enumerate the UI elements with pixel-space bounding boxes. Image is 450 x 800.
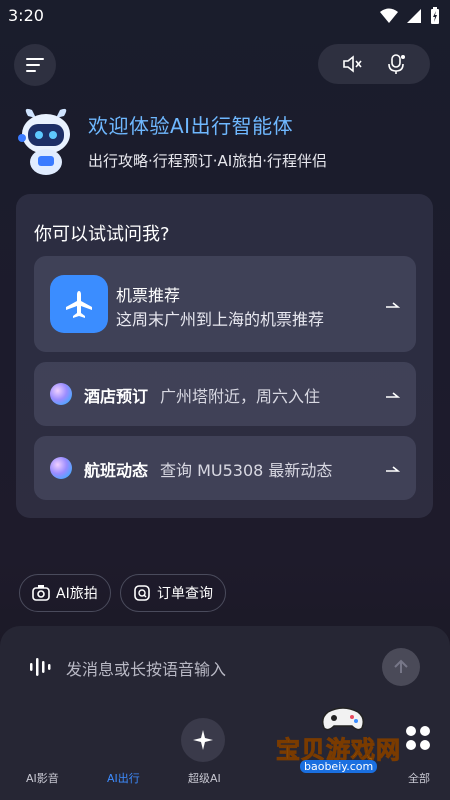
- order-search-icon: [134, 585, 150, 601]
- watermark-logo: 宝贝游戏网 baobeiy.com: [272, 704, 412, 780]
- message-input[interactable]: 发消息或长按语音输入: [66, 656, 226, 680]
- nav-ai-travel[interactable]: AI出行: [107, 770, 140, 786]
- suggestion-title: 航班动态: [84, 461, 149, 480]
- send-arrow-icon: [386, 466, 400, 472]
- gamepad-icon: [321, 707, 365, 731]
- mute-speaker-icon[interactable]: [341, 53, 363, 75]
- status-time: 3:20: [8, 6, 44, 25]
- send-button[interactable]: [382, 648, 420, 686]
- signal-icon: [407, 9, 421, 23]
- watermark-url: baobeiy.com: [300, 760, 378, 773]
- suggestion-desc: 广州塔附近，周六入住: [160, 387, 321, 406]
- chip-label: 订单查询: [157, 586, 213, 602]
- ai-orb-icon: [50, 383, 72, 405]
- suggestions-heading: 你可以试试问我?: [34, 224, 170, 245]
- nav-super-ai[interactable]: 超级AI: [188, 770, 221, 786]
- suggestion-title: 机票推荐: [116, 286, 181, 305]
- suggestion-desc: 查询 MU5308 最新动态: [160, 461, 333, 480]
- suggestion-flight-recommend[interactable]: 机票推荐 这周末广州到上海的机票推荐: [34, 256, 416, 352]
- menu-button[interactable]: [14, 44, 56, 86]
- arrow-up-icon: [394, 659, 408, 673]
- camera-icon: [32, 585, 50, 601]
- airplane-icon: [50, 275, 108, 333]
- sparkle-icon: [193, 730, 213, 750]
- voice-wave-icon[interactable]: [28, 654, 54, 680]
- wifi-icon: [380, 8, 398, 23]
- hero-subtitle: 出行攻略·行程预订·AI旅拍·行程伴侣: [88, 152, 327, 170]
- suggestion-hotel-booking[interactable]: 酒店预订 广州塔附近，周六入住: [34, 362, 416, 426]
- audio-controls: [318, 44, 430, 84]
- ai-orb-icon: [50, 457, 72, 479]
- chip-ai-photo[interactable]: AI旅拍: [19, 574, 111, 612]
- send-arrow-icon: [386, 302, 400, 308]
- robot-mascot-icon: [18, 108, 70, 175]
- voice-mic-icon[interactable]: [385, 53, 407, 75]
- chip-label: AI旅拍: [56, 586, 98, 602]
- chip-order-search[interactable]: 订单查询: [120, 574, 226, 612]
- nav-super-ai-button[interactable]: [181, 718, 225, 762]
- suggestions-card: 你可以试试问我? 机票推荐 这周末广州到上海的机票推荐 酒店预订 广州塔附近，周…: [16, 194, 433, 518]
- battery-icon: [431, 7, 439, 24]
- suggestion-title: 酒店预订: [84, 387, 149, 406]
- menu-icon: [26, 58, 44, 72]
- suggestion-flight-status[interactable]: 航班动态 查询 MU5308 最新动态: [34, 436, 416, 500]
- send-arrow-icon: [386, 392, 400, 398]
- status-bar: 3:20: [0, 0, 450, 32]
- hero-title: 欢迎体验AI出行智能体: [88, 114, 294, 138]
- status-icons: [380, 7, 440, 25]
- nav-ai-media[interactable]: AI影音: [26, 770, 59, 786]
- suggestion-desc: 这周末广州到上海的机票推荐: [116, 310, 325, 329]
